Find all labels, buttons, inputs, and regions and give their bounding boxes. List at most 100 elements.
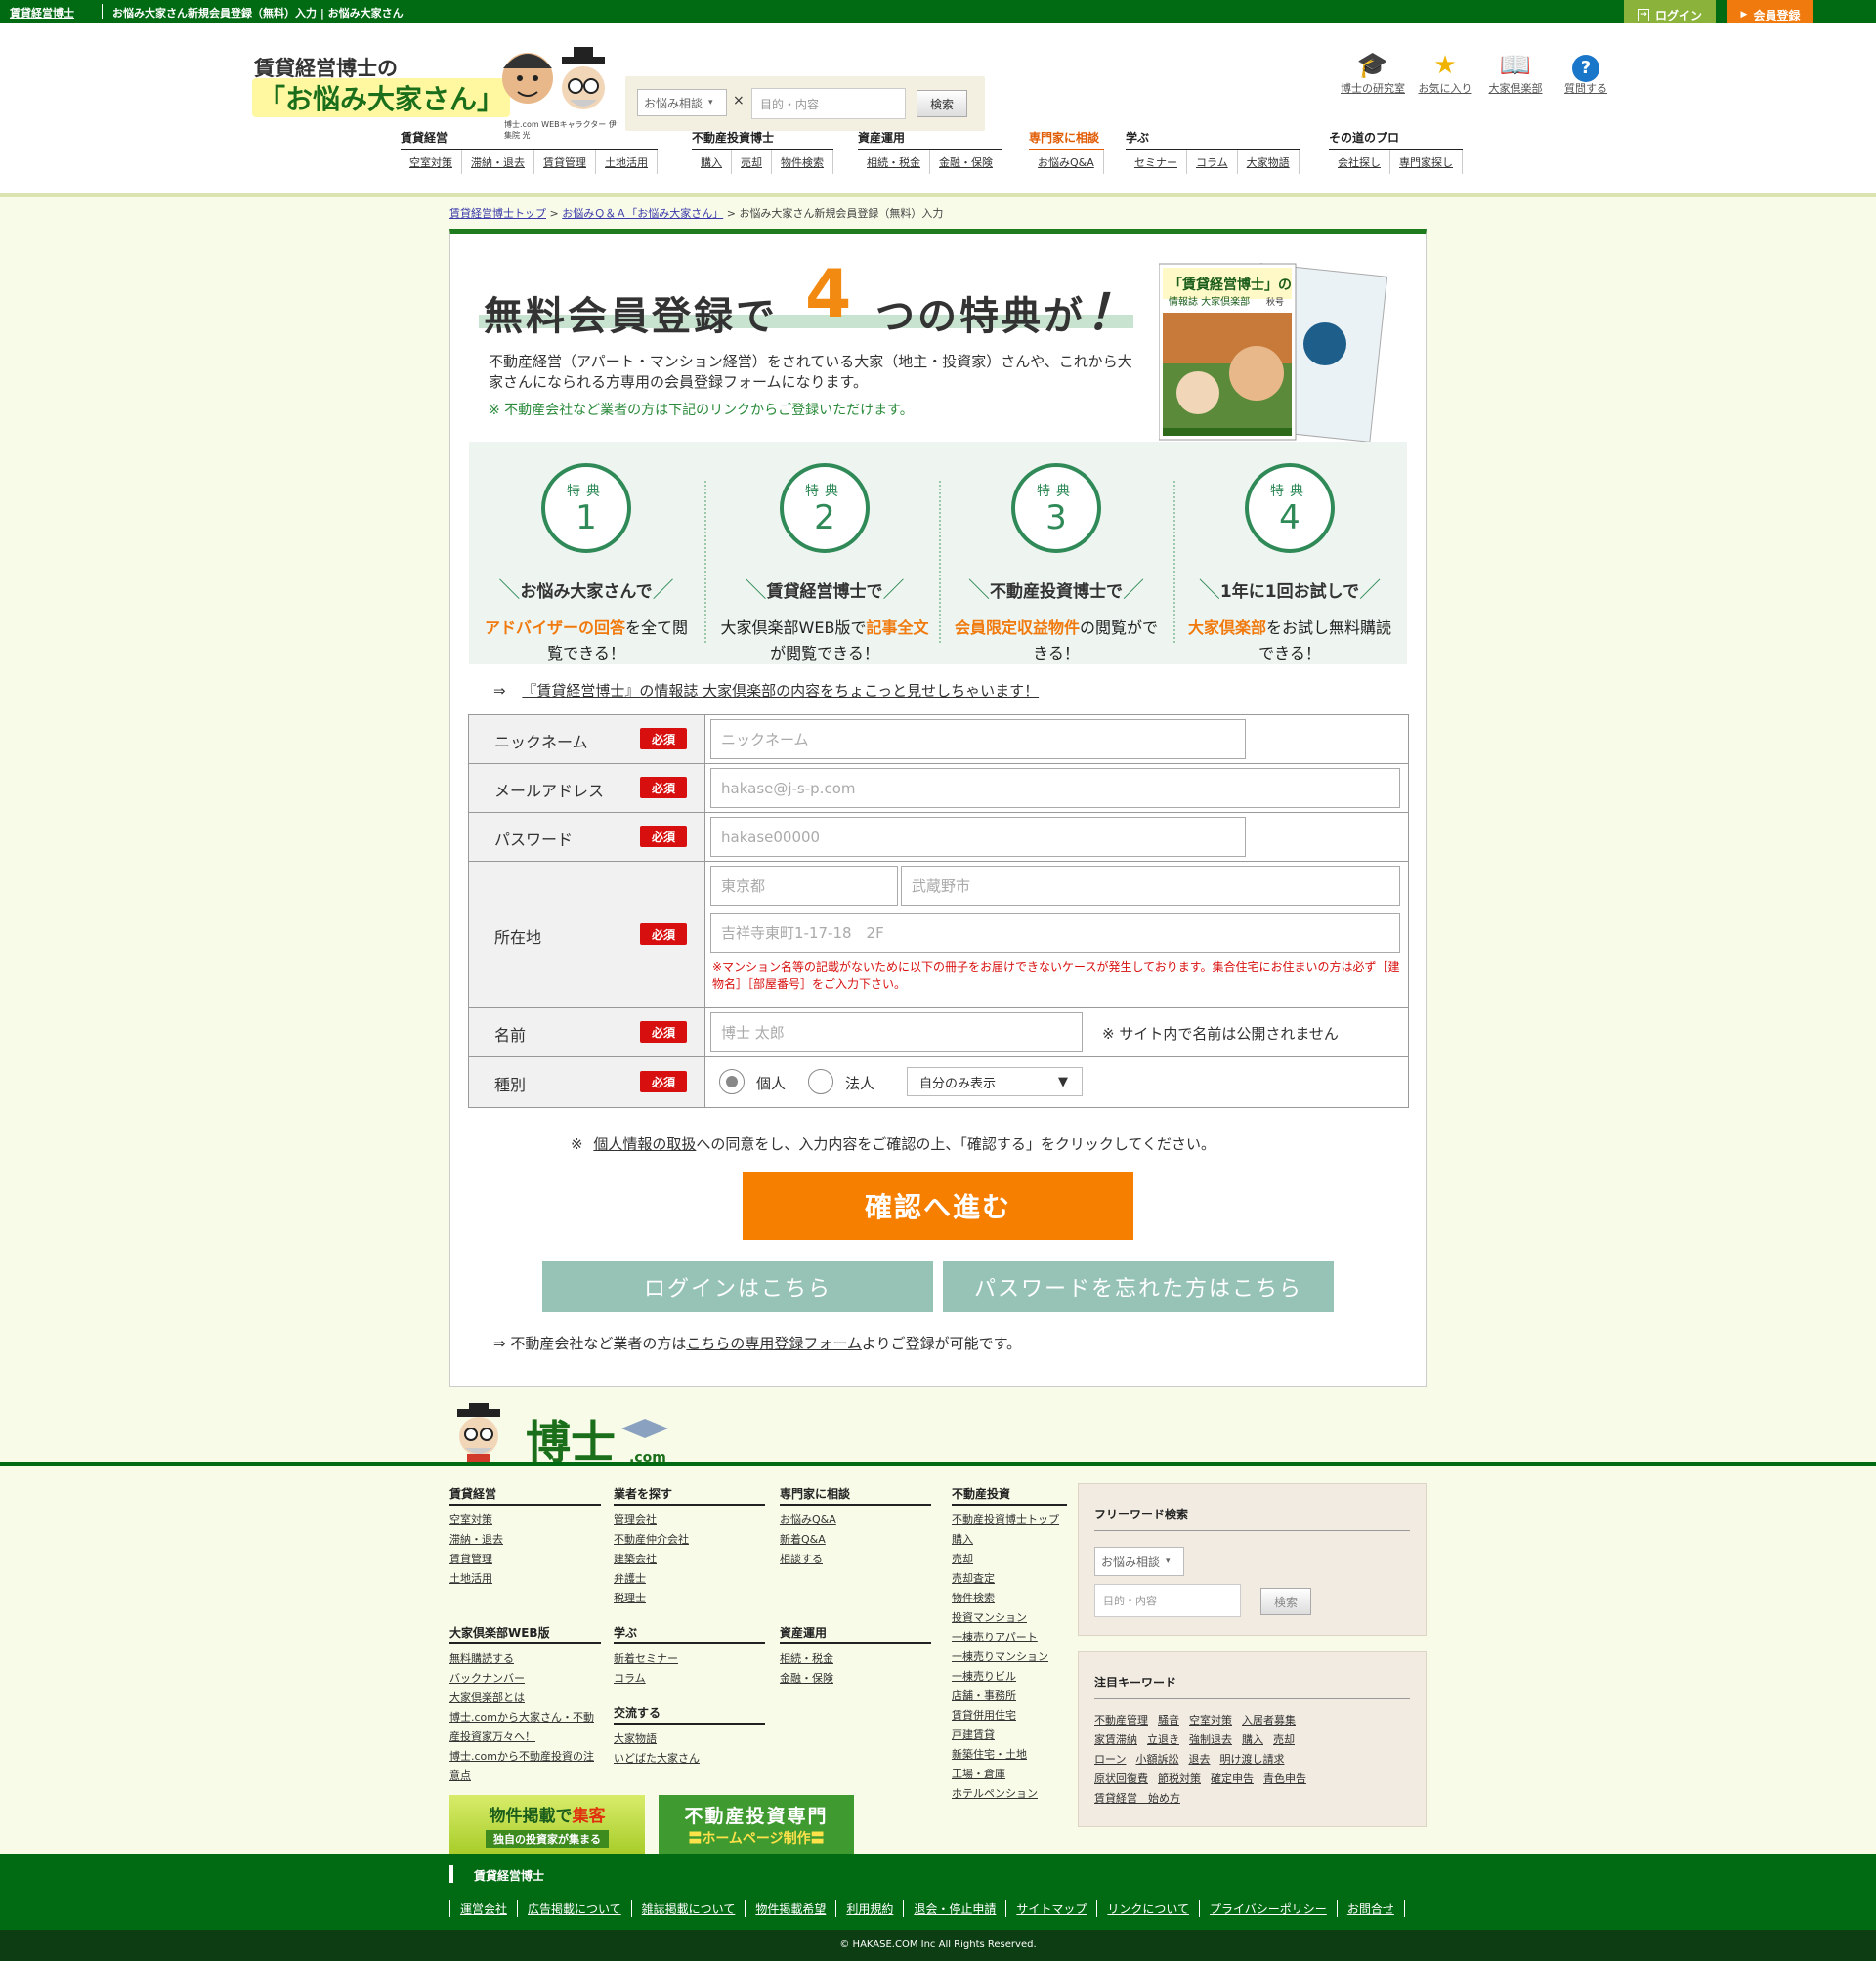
- keyword-link[interactable]: 節税対策: [1158, 1772, 1201, 1785]
- footer-link[interactable]: 売却: [952, 1550, 1069, 1569]
- nav-item[interactable]: 物件検索: [772, 150, 833, 174]
- favorites-link[interactable]: ★ お気に入り: [1411, 51, 1479, 96]
- bottom-link[interactable]: 物件掲載希望: [746, 1900, 837, 1917]
- footer-link[interactable]: 空室対策: [449, 1511, 601, 1530]
- footer-link[interactable]: コラム: [614, 1669, 765, 1688]
- site-home-link[interactable]: 賃貸経営博士: [10, 5, 74, 21]
- footer-link[interactable]: 管理会社: [614, 1511, 765, 1530]
- keyword-link[interactable]: 強制退去: [1189, 1733, 1232, 1746]
- nav-item[interactable]: 金融・保険: [930, 150, 1002, 174]
- personal-radio[interactable]: [719, 1069, 745, 1094]
- nav-item[interactable]: 相続・税金: [858, 150, 930, 174]
- keyword-link[interactable]: 入居者募集: [1242, 1714, 1296, 1727]
- footer-logo[interactable]: 博士 .com: [449, 1403, 694, 1466]
- footer-link[interactable]: 店舗・事務所: [952, 1686, 1069, 1706]
- footer-link[interactable]: 投資マンション: [952, 1608, 1069, 1628]
- keyword-link[interactable]: 家賃滞納: [1094, 1733, 1137, 1746]
- nav-item[interactable]: コラム: [1187, 150, 1238, 174]
- footer-link[interactable]: いどばた大家さん: [614, 1749, 765, 1769]
- bottom-link[interactable]: 広告掲載について: [518, 1900, 632, 1917]
- bottom-link[interactable]: 退会・停止申請: [904, 1900, 1007, 1917]
- footer-link[interactable]: お悩みQ&A: [780, 1511, 931, 1530]
- keyword-link[interactable]: 確定申告: [1211, 1772, 1254, 1785]
- nav-item[interactable]: 空室対策: [401, 150, 462, 174]
- nav-item[interactable]: 専門家探し: [1390, 150, 1463, 174]
- footer-link[interactable]: 不動産仲介会社: [614, 1530, 765, 1550]
- footer-link[interactable]: 税理士: [614, 1589, 765, 1608]
- keyword-link[interactable]: 空室対策: [1189, 1714, 1232, 1727]
- name-input[interactable]: 博士 太郎: [710, 1012, 1083, 1052]
- forgot-password-button[interactable]: パスワードを忘れた方はこちら: [943, 1261, 1334, 1312]
- privacy-link[interactable]: 個人情報の取扱: [593, 1135, 696, 1153]
- footer-link[interactable]: 大家倶楽部とは: [449, 1688, 601, 1708]
- search-category-select[interactable]: お悩み相談 ▾: [637, 89, 727, 116]
- footer-link[interactable]: 賃貸管理: [449, 1550, 601, 1569]
- listing-banner[interactable]: 物件掲載で集客 独自の投資家が集まる: [449, 1795, 645, 1854]
- footer-link[interactable]: 物件検索: [952, 1589, 1069, 1608]
- nickname-input[interactable]: ニックネーム: [710, 719, 1246, 759]
- footer-link[interactable]: 相談する: [780, 1550, 931, 1569]
- footer-link[interactable]: 戸建賃貸: [952, 1726, 1069, 1745]
- keyword-link[interactable]: ローン: [1094, 1753, 1126, 1766]
- homepage-banner[interactable]: 不動産投資専門 〓ホームページ制作〓: [659, 1795, 854, 1854]
- visibility-select[interactable]: 自分のみ表示 ▼: [907, 1067, 1083, 1096]
- nav-item[interactable]: お悩みQ&A: [1029, 150, 1104, 174]
- bottom-link[interactable]: 運営会社: [449, 1900, 519, 1917]
- footer-link[interactable]: 一棟売りマンション: [952, 1647, 1069, 1667]
- footer-link[interactable]: 新築住宅・土地: [952, 1745, 1069, 1765]
- nav-item[interactable]: 滞納・退去: [462, 150, 534, 174]
- keyword-link[interactable]: 立退き: [1147, 1733, 1179, 1746]
- bottom-link[interactable]: 利用規約: [836, 1900, 905, 1917]
- nav-item[interactable]: 賃貸管理: [534, 150, 596, 174]
- nav-item[interactable]: 大家物語: [1238, 150, 1300, 174]
- footer-link[interactable]: 無料購読する: [449, 1649, 601, 1669]
- bottom-link[interactable]: プライバシーポリシー: [1200, 1900, 1338, 1917]
- preview-link[interactable]: 『賃貸経営博士』の情報誌 大家倶楽部の内容をちょこっと見せしちゃいます！: [522, 682, 1039, 700]
- footer-search-select[interactable]: お悩み相談 ▾: [1094, 1547, 1184, 1576]
- keyword-link[interactable]: 明け渡し請求: [1219, 1753, 1284, 1766]
- keyword-link[interactable]: 不動産管理: [1094, 1714, 1148, 1727]
- footer-link[interactable]: ホテルペンション: [952, 1784, 1069, 1804]
- footer-link[interactable]: 金融・保険: [780, 1669, 931, 1688]
- footer-link[interactable]: バックナンバー: [449, 1669, 601, 1688]
- footer-link[interactable]: 建築会社: [614, 1550, 765, 1569]
- keyword-link[interactable]: 原状回復費: [1094, 1772, 1148, 1785]
- confirm-button[interactable]: 確認へ進む: [743, 1172, 1133, 1240]
- business-form-link[interactable]: こちらの専用登録フォーム: [686, 1335, 862, 1352]
- password-input[interactable]: hakase00000: [710, 817, 1246, 857]
- keyword-link[interactable]: 購入: [1242, 1733, 1263, 1746]
- footer-link[interactable]: 購入: [952, 1530, 1069, 1550]
- footer-link[interactable]: 博士.comから大家さん・不動産投資家万々へ！: [449, 1708, 601, 1747]
- footer-search-input[interactable]: 目的・内容: [1094, 1584, 1241, 1617]
- keyword-link[interactable]: 退去: [1188, 1753, 1210, 1766]
- nav-item[interactable]: 売却: [732, 150, 772, 174]
- corporate-radio[interactable]: [808, 1069, 833, 1094]
- keyword-link[interactable]: 騒音: [1158, 1714, 1179, 1727]
- bottom-link[interactable]: お問合せ: [1338, 1900, 1405, 1917]
- breadcrumb-qa[interactable]: お悩みＱ＆Ａ「お悩み大家さん」: [562, 207, 723, 220]
- keyword-link[interactable]: 賃貸経営 始め方: [1094, 1792, 1180, 1805]
- lab-link[interactable]: 🎓 博士の研究室: [1339, 51, 1407, 96]
- street-input[interactable]: 吉祥寺東町1-17-18 2F: [710, 913, 1400, 953]
- nav-item[interactable]: 土地活用: [596, 150, 658, 174]
- nav-item[interactable]: 会社探し: [1329, 150, 1390, 174]
- footer-link[interactable]: 一棟売りビル: [952, 1667, 1069, 1686]
- email-input[interactable]: hakase@j-s-p.com: [710, 768, 1400, 808]
- footer-link[interactable]: 新着セミナー: [614, 1649, 765, 1669]
- footer-link[interactable]: 売却査定: [952, 1569, 1069, 1589]
- footer-link[interactable]: 弁護士: [614, 1569, 765, 1589]
- breadcrumb-home[interactable]: 賃貸経営博士トップ: [449, 207, 546, 220]
- ask-link[interactable]: ? 質問する: [1552, 51, 1620, 96]
- logo-line2[interactable]: 「お悩み大家さん」: [252, 78, 511, 117]
- footer-link[interactable]: 不動産投資博士トップ: [952, 1511, 1069, 1530]
- bottom-link[interactable]: 雑誌掲載について: [632, 1900, 746, 1917]
- footer-link[interactable]: 賃貸併用住宅: [952, 1706, 1069, 1726]
- footer-link[interactable]: 土地活用: [449, 1569, 601, 1589]
- search-button[interactable]: 検索: [917, 90, 967, 117]
- city-input[interactable]: 武蔵野市: [901, 866, 1400, 906]
- bottom-link[interactable]: サイトマップ: [1006, 1900, 1098, 1917]
- keyword-link[interactable]: 青色申告: [1263, 1772, 1306, 1785]
- keyword-link[interactable]: 売却: [1273, 1733, 1295, 1746]
- footer-link[interactable]: 大家物語: [614, 1729, 765, 1749]
- nav-item[interactable]: セミナー: [1126, 150, 1187, 174]
